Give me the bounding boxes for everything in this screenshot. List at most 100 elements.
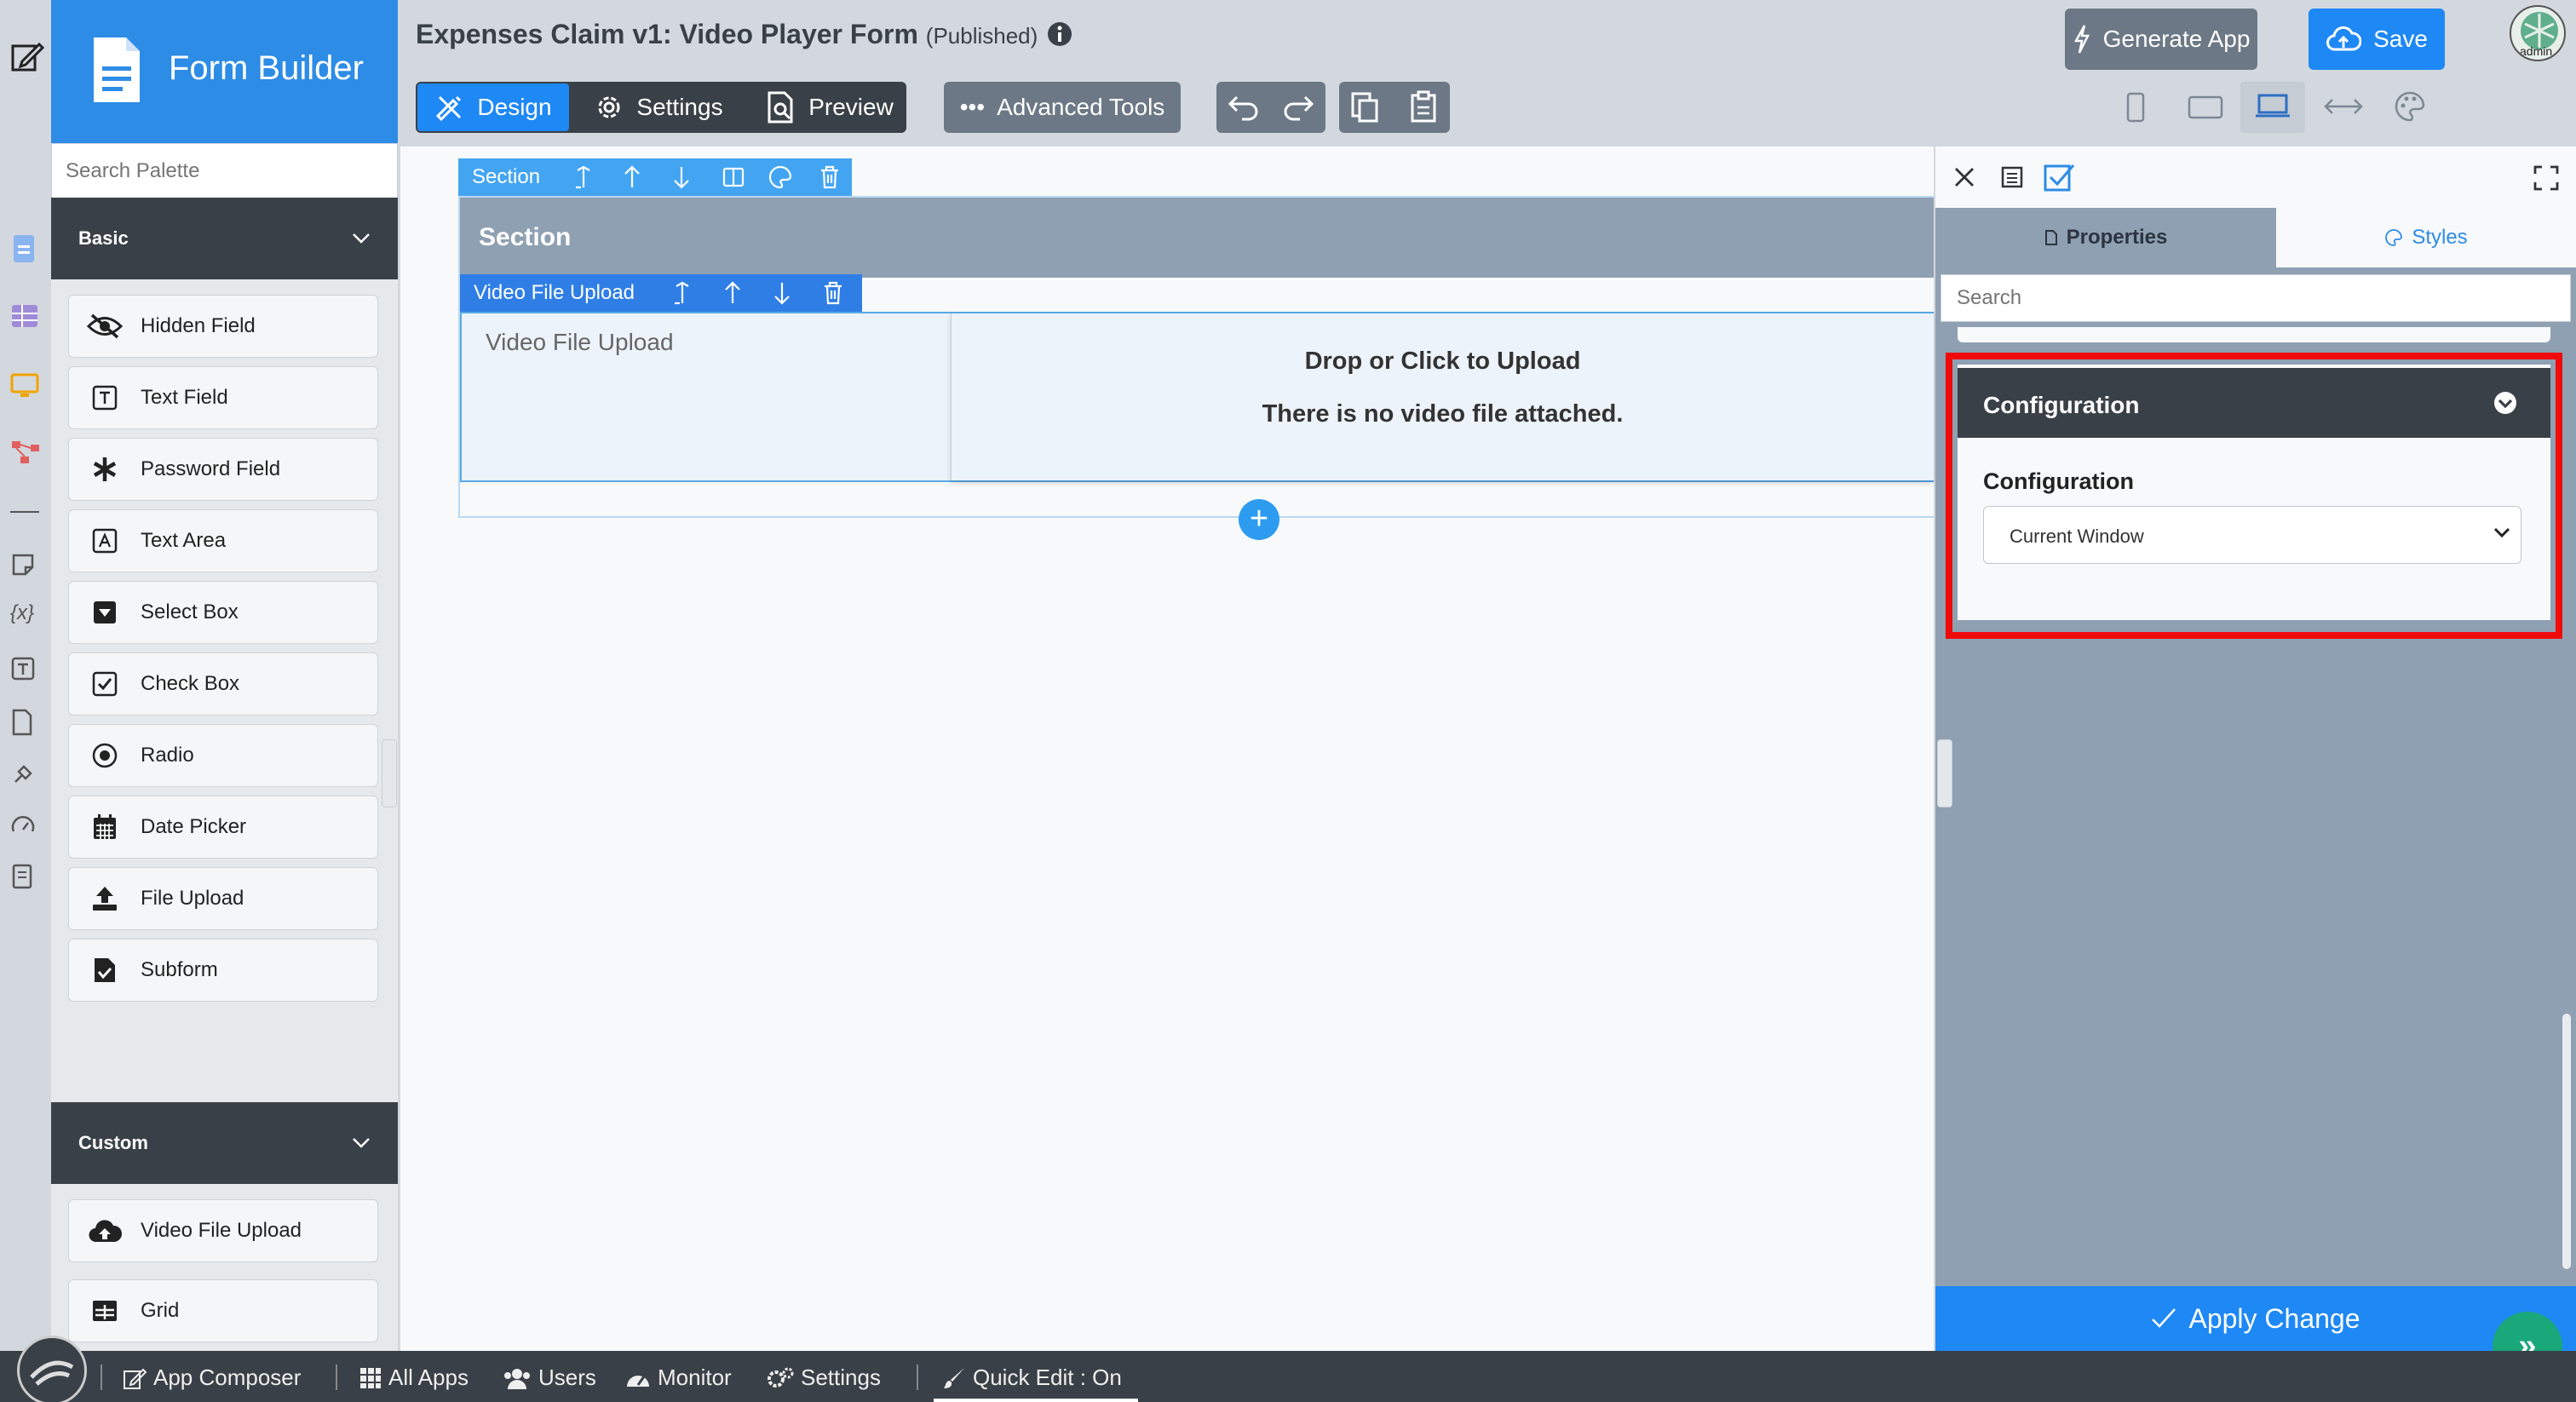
left-icon-rail: {x} xyxy=(0,0,51,1351)
tab-preview[interactable]: Preview xyxy=(753,83,906,131)
full-width-icon[interactable] xyxy=(2324,94,2363,119)
palette-item-text-area[interactable]: Text Area xyxy=(68,509,378,572)
tab-design-label: Design xyxy=(477,94,552,120)
tablet-view-icon[interactable] xyxy=(2188,94,2223,121)
save-label: Save xyxy=(2373,26,2428,52)
file-icon[interactable] xyxy=(10,709,41,739)
grid-apps-icon xyxy=(359,1367,382,1389)
eye-slash-icon xyxy=(86,307,124,345)
apply-change-label: Apply Change xyxy=(2188,1302,2360,1334)
variable-icon[interactable]: {x} xyxy=(10,601,41,632)
columns-icon[interactable] xyxy=(722,167,745,187)
tab-design[interactable]: Design xyxy=(417,83,569,131)
fullscreen-icon[interactable] xyxy=(2533,165,2559,191)
palette-item-password-field[interactable]: Password Field xyxy=(68,438,378,501)
palette-icon xyxy=(2384,228,2403,247)
arrow-up-icon[interactable] xyxy=(722,281,743,305)
section-toolbar-label: Section xyxy=(472,165,541,188)
palette-item-file-upload[interactable]: File Upload xyxy=(68,867,378,930)
move-top-icon[interactable] xyxy=(671,281,693,305)
cloud-upload-icon xyxy=(86,1212,124,1250)
tab-styles[interactable]: Styles xyxy=(2276,208,2576,267)
checkbox-icon xyxy=(86,665,124,703)
properties-scrollbar[interactable] xyxy=(2562,1014,2571,1269)
properties-resize-handle[interactable] xyxy=(1937,739,1952,807)
add-section-button[interactable]: + xyxy=(1239,499,1279,540)
avatar[interactable]: admin xyxy=(2510,5,2566,61)
caret-square-down-icon xyxy=(86,594,124,631)
category-custom[interactable]: Custom xyxy=(51,1102,398,1184)
paste-icon[interactable] xyxy=(1407,90,1441,124)
undo-icon[interactable] xyxy=(1227,92,1261,123)
properties-toolbar xyxy=(1935,147,2576,208)
translate-icon[interactable] xyxy=(10,656,41,687)
palette-item-label: Check Box xyxy=(141,672,240,695)
trash-icon[interactable] xyxy=(819,165,840,189)
quick-edit-toggle[interactable]: Quick Edit : On xyxy=(942,1365,1122,1391)
palette-item-hidden-field[interactable]: Hidden Field xyxy=(68,295,378,358)
all-apps-link[interactable]: All Apps xyxy=(359,1365,469,1391)
all-apps-label: All Apps xyxy=(388,1365,469,1390)
palette-item-check-box[interactable]: Check Box xyxy=(68,652,378,715)
close-icon[interactable] xyxy=(1952,165,1976,189)
palette-item-date-picker[interactable]: Date Picker xyxy=(68,796,378,859)
gears-icon xyxy=(767,1367,794,1389)
edit-icon[interactable] xyxy=(10,39,44,72)
quick-edit-active-indicator xyxy=(934,1399,1138,1402)
form-title: Expenses Claim v1: Video Player Form (Pu… xyxy=(416,19,1072,50)
arrow-down-icon[interactable] xyxy=(671,165,692,189)
laptop-icon xyxy=(2254,92,2291,121)
generate-app-button[interactable]: Generate App xyxy=(2065,9,2257,70)
section-header[interactable]: Section xyxy=(460,198,1934,278)
palette-theme-icon[interactable] xyxy=(2394,90,2426,123)
performance-icon[interactable] xyxy=(10,814,41,845)
list-view-icon[interactable] xyxy=(2000,165,2024,189)
category-custom-label: Custom xyxy=(78,1132,148,1153)
properties-search-input[interactable] xyxy=(1941,274,2571,322)
process-icon[interactable] xyxy=(10,440,41,470)
palette-item-label: Subform xyxy=(141,958,218,981)
desktop-view-toggle[interactable] xyxy=(2240,82,2305,133)
userview-icon[interactable] xyxy=(10,373,41,404)
logs-icon[interactable] xyxy=(10,864,41,894)
subform-icon xyxy=(86,951,124,989)
note-icon[interactable] xyxy=(10,552,41,583)
users-link[interactable]: Users xyxy=(503,1365,596,1391)
settings-link[interactable]: Settings xyxy=(767,1365,881,1391)
palette-item-radio[interactable]: Radio xyxy=(68,724,378,787)
apply-change-button[interactable]: Apply Change xyxy=(1935,1286,2576,1351)
check-square-icon[interactable] xyxy=(2043,162,2075,192)
ellipsis-icon: ••• xyxy=(959,94,986,120)
form-icon[interactable] xyxy=(10,233,41,264)
arrow-up-icon[interactable] xyxy=(622,165,642,189)
plugin-icon[interactable] xyxy=(10,761,41,792)
tab-settings[interactable]: Settings xyxy=(579,83,738,131)
field-toolbar: Video File Upload xyxy=(460,274,862,312)
palette-item-text-field[interactable]: Text Field xyxy=(68,366,378,429)
tab-properties[interactable]: Properties xyxy=(1935,208,2276,267)
redo-icon[interactable] xyxy=(1281,92,1315,123)
datalist-icon[interactable] xyxy=(10,303,41,334)
info-icon[interactable] xyxy=(1046,20,1073,48)
palette-search-input[interactable] xyxy=(51,143,398,199)
chevron-down-icon xyxy=(352,1137,371,1149)
palette-item-video-file-upload[interactable]: Video File Upload xyxy=(68,1199,378,1262)
palette-item-select-box[interactable]: Select Box xyxy=(68,581,378,644)
arrow-down-icon[interactable] xyxy=(772,281,792,305)
palette-item-grid[interactable]: Grid xyxy=(68,1279,378,1342)
video-drop-zone[interactable]: Drop or Click to Upload There is no vide… xyxy=(951,313,1934,480)
palette-style-icon[interactable] xyxy=(768,165,792,189)
save-button[interactable]: Save xyxy=(2309,9,2445,70)
move-top-icon[interactable] xyxy=(572,165,595,189)
mobile-view-icon[interactable] xyxy=(2123,92,2148,123)
joget-logo-icon[interactable] xyxy=(17,1336,87,1402)
monitor-link[interactable]: Monitor xyxy=(625,1365,732,1391)
app-composer-link[interactable]: App Composer xyxy=(123,1365,301,1391)
advanced-tools-button[interactable]: ••• Advanced Tools xyxy=(944,82,1181,133)
category-basic[interactable]: Basic xyxy=(51,198,398,279)
palette-resize-handle[interactable] xyxy=(382,739,397,807)
trash-icon[interactable] xyxy=(823,281,843,305)
copy-icon[interactable] xyxy=(1348,90,1382,124)
palette-item-subform[interactable]: Subform xyxy=(68,939,378,1002)
users-icon xyxy=(503,1367,532,1389)
